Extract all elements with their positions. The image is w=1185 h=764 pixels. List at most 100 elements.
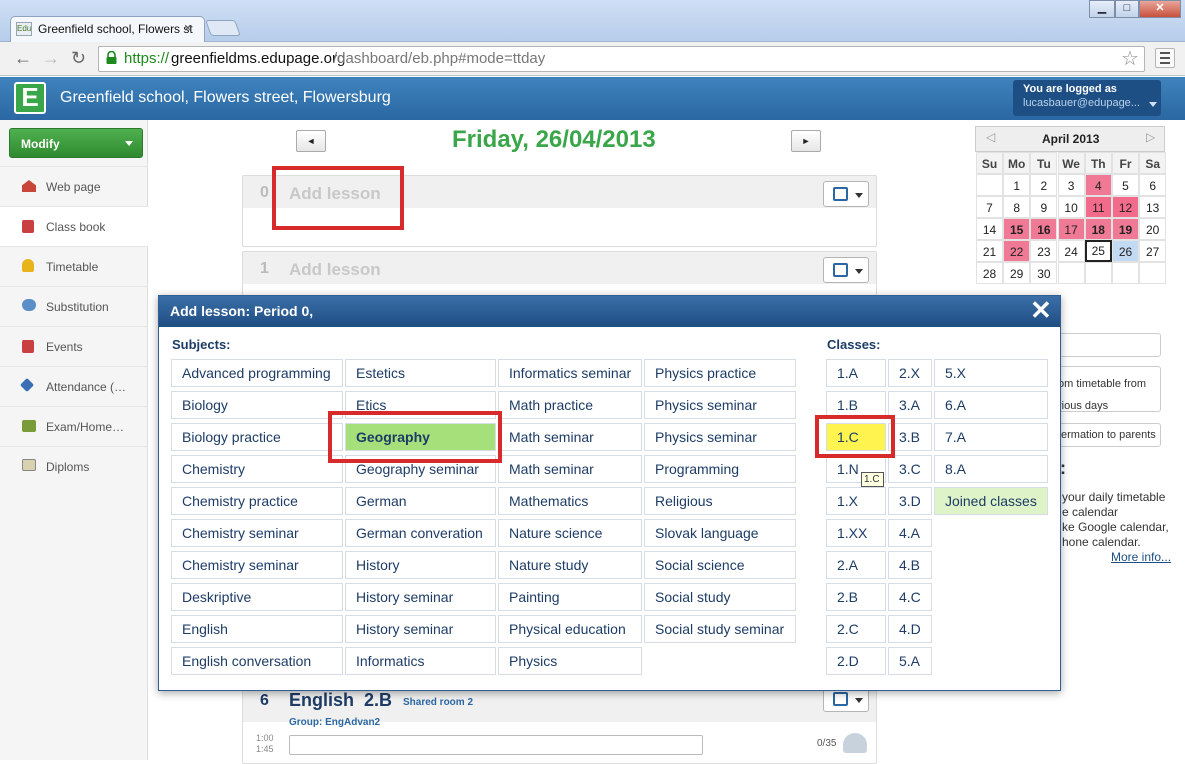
subject-option[interactable]: Social study seminar: [644, 615, 796, 643]
calendar-day[interactable]: 24: [1057, 240, 1085, 262]
browser-menu-icon[interactable]: [1155, 48, 1175, 68]
calendar-day[interactable]: 18: [1084, 218, 1112, 240]
subject-option[interactable]: German: [345, 487, 496, 515]
calendar-day[interactable]: 30: [1030, 262, 1058, 284]
calendar-day[interactable]: [1057, 262, 1085, 284]
back-icon[interactable]: ←: [14, 48, 32, 69]
class-option[interactable]: 4.C: [888, 583, 932, 611]
subject-option[interactable]: English conversation: [171, 647, 343, 675]
calendar-day[interactable]: [1139, 262, 1167, 284]
calendar-day[interactable]: 19: [1112, 218, 1139, 240]
calendar-day[interactable]: 16: [1030, 218, 1058, 240]
edit-lesson-button[interactable]: [823, 181, 869, 207]
subject-option[interactable]: Informatics seminar: [498, 359, 642, 387]
calendar-day[interactable]: 25: [1084, 240, 1112, 262]
class-option[interactable]: 2.D: [826, 647, 886, 675]
calendar-day[interactable]: 8: [1003, 196, 1031, 218]
subject-option[interactable]: Deskriptive: [171, 583, 343, 611]
reload-icon[interactable]: ↻: [71, 48, 86, 69]
subject-option[interactable]: Mathematics: [498, 487, 642, 515]
calendar-day[interactable]: 10: [1057, 196, 1085, 218]
calendar-day[interactable]: 6: [1139, 174, 1167, 196]
tab-close-icon[interactable]: ×: [184, 20, 192, 35]
subject-option[interactable]: Physics seminar: [644, 423, 796, 451]
calendar-day[interactable]: 26: [1112, 240, 1139, 262]
calendar-day[interactable]: [1084, 262, 1112, 284]
calendar-day[interactable]: 11: [1084, 196, 1112, 218]
calendar-day[interactable]: 1: [1003, 174, 1031, 196]
subject-option[interactable]: Physical education: [498, 615, 642, 643]
forward-icon[interactable]: →: [42, 48, 60, 69]
close-icon[interactable]: ✕: [1030, 296, 1052, 324]
subject-option[interactable]: Biology practice: [171, 423, 343, 451]
subject-option[interactable]: Math seminar: [498, 423, 642, 451]
add-lesson-link[interactable]: Add lesson: [289, 260, 381, 280]
subject-option[interactable]: Nature science: [498, 519, 642, 547]
joined-classes-button[interactable]: Joined classes: [934, 487, 1048, 515]
calendar-day[interactable]: 29: [1003, 262, 1031, 284]
minimize-button[interactable]: ▁: [1089, 0, 1115, 18]
subject-option[interactable]: History: [345, 551, 496, 579]
lesson-topic-input[interactable]: [289, 735, 703, 755]
previous-day-button[interactable]: ◄: [296, 130, 326, 152]
edupage-logo[interactable]: E: [14, 82, 46, 114]
calendar-day[interactable]: 27: [1139, 240, 1167, 262]
subject-option[interactable]: Religious: [644, 487, 796, 515]
class-option[interactable]: 2.C: [826, 615, 886, 643]
class-option[interactable]: 2.A: [826, 551, 886, 579]
class-option[interactable]: 6.A: [934, 391, 1048, 419]
calendar-day[interactable]: 17: [1057, 218, 1085, 240]
lesson-class[interactable]: 2.B: [364, 690, 392, 711]
new-tab-button[interactable]: [205, 20, 241, 36]
calendar-day[interactable]: 2: [1030, 174, 1058, 196]
class-option[interactable]: 1.X: [826, 487, 886, 515]
subject-option[interactable]: Estetics: [345, 359, 496, 387]
subject-option[interactable]: Informatics: [345, 647, 496, 675]
subject-option[interactable]: Programming: [644, 455, 796, 483]
subject-option[interactable]: Chemistry seminar: [171, 519, 343, 547]
lesson-subject[interactable]: English: [289, 690, 354, 711]
class-option[interactable]: 2.B: [826, 583, 886, 611]
maximize-button[interactable]: □: [1115, 0, 1139, 18]
subject-option[interactable]: Painting: [498, 583, 642, 611]
class-option[interactable]: 1.A: [826, 359, 886, 387]
class-option[interactable]: 4.B: [888, 551, 932, 579]
subject-option[interactable]: Physics: [498, 647, 642, 675]
subject-option[interactable]: Chemistry practice: [171, 487, 343, 515]
subject-option[interactable]: Chemistry seminar: [171, 551, 343, 579]
calendar-day[interactable]: 28: [976, 262, 1003, 284]
calendar-day[interactable]: 4: [1084, 174, 1112, 196]
subject-option[interactable]: Physics practice: [644, 359, 796, 387]
calendar-day[interactable]: 15: [1003, 218, 1031, 240]
user-menu[interactable]: You are logged as lucasbauer@edupage...: [1013, 80, 1161, 116]
calendar-day[interactable]: 21: [976, 240, 1003, 262]
calendar-day[interactable]: 5: [1112, 174, 1139, 196]
calendar-next-icon[interactable]: ▷: [1146, 130, 1155, 144]
subject-option[interactable]: Biology: [171, 391, 343, 419]
class-option[interactable]: 5.X: [934, 359, 1048, 387]
class-option[interactable]: 5.A: [888, 647, 932, 675]
window-close-button[interactable]: ✕: [1139, 0, 1181, 18]
class-option[interactable]: 3.C: [888, 455, 932, 483]
subject-option[interactable]: German converation: [345, 519, 496, 547]
subject-option[interactable]: English: [171, 615, 343, 643]
class-option[interactable]: 4.D: [888, 615, 932, 643]
more-info-link[interactable]: More info...: [1111, 550, 1171, 564]
subject-option[interactable]: Math practice: [498, 391, 642, 419]
subject-option[interactable]: Chemistry: [171, 455, 343, 483]
calendar-day[interactable]: 9: [1030, 196, 1058, 218]
subject-option[interactable]: History seminar: [345, 583, 496, 611]
edit-lesson-button[interactable]: [823, 257, 869, 283]
class-option[interactable]: 4.A: [888, 519, 932, 547]
subject-option[interactable]: History seminar: [345, 615, 496, 643]
subject-option[interactable]: Physics seminar: [644, 391, 796, 419]
calendar-day[interactable]: 22: [1003, 240, 1031, 262]
next-day-button[interactable]: ►: [791, 130, 821, 152]
calendar-day[interactable]: [976, 174, 1003, 196]
modify-button[interactable]: Modify: [9, 128, 143, 158]
bookmark-star-icon[interactable]: ☆: [1121, 46, 1139, 71]
calendar-day[interactable]: 7: [976, 196, 1003, 218]
class-option[interactable]: 7.A: [934, 423, 1048, 451]
calendar-day[interactable]: 12: [1112, 196, 1139, 218]
class-option[interactable]: 3.D: [888, 487, 932, 515]
